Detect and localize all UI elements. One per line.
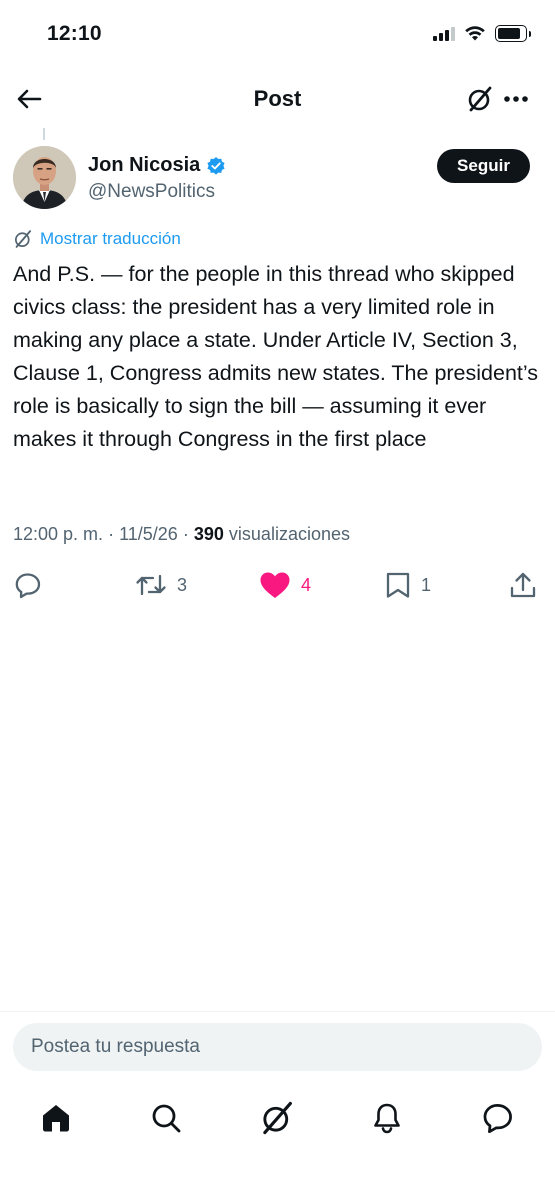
like-count: 4 [301, 574, 312, 595]
meta-separator: · [182, 524, 189, 544]
post-meta: 12:00 p. m. · 11/5/26 · 390 visualizacio… [13, 524, 350, 545]
share-button[interactable] [509, 565, 537, 605]
verified-badge-icon [207, 156, 225, 175]
reply-placeholder: Postea tu respuesta [31, 1036, 200, 1057]
post-date[interactable]: 11/5/26 [119, 524, 178, 544]
messages-icon [483, 1104, 512, 1134]
more-dots-icon [504, 96, 528, 102]
nav-messages[interactable] [478, 1098, 518, 1138]
show-translation-label[interactable]: Mostrar traducción [40, 229, 181, 249]
battery-icon [495, 24, 531, 42]
heart-filled-icon [260, 572, 290, 598]
wifi-icon [465, 26, 485, 41]
search-icon [152, 1104, 181, 1133]
share-icon [510, 572, 536, 598]
follow-button[interactable]: Seguir [437, 149, 530, 183]
avatar-portrait-image [13, 146, 76, 209]
cellular-signal-icon [433, 25, 455, 41]
author-handle[interactable]: @NewsPolitics [88, 181, 215, 203]
nav-notifications[interactable] [367, 1098, 407, 1138]
bottom-navigation [0, 1090, 555, 1146]
grok-icon [468, 86, 492, 112]
notifications-icon [374, 1103, 400, 1134]
author-name[interactable]: Jon Nicosia [88, 154, 200, 177]
reply-input[interactable]: Postea tu respuesta [13, 1023, 542, 1071]
more-options-button[interactable] [501, 84, 531, 114]
post-time[interactable]: 12:00 p. m. [13, 524, 103, 544]
post-header: Post [0, 72, 555, 128]
reply-divider [0, 1011, 555, 1012]
bookmark-count: 1 [421, 574, 432, 595]
retweet-button[interactable]: 3 [135, 565, 187, 605]
bookmark-icon [386, 572, 410, 598]
home-icon [43, 1105, 69, 1132]
views-count: 390 [193, 524, 224, 544]
retweet-icon [136, 574, 166, 596]
status-time: 12:10 [47, 22, 102, 45]
views-label: visualizaciones [228, 524, 350, 544]
nav-search[interactable] [146, 1098, 186, 1138]
reply-icon [15, 573, 41, 599]
status-icons [433, 24, 531, 42]
like-button[interactable]: 4 [259, 565, 311, 605]
grok-icon [263, 1101, 292, 1135]
post-actions: 3 4 1 [0, 565, 555, 605]
bookmark-button[interactable]: 1 [385, 565, 431, 605]
avatar[interactable] [13, 146, 76, 209]
author-name-row[interactable]: Jon Nicosia [88, 154, 226, 177]
post-text: And P.S. — for the people in this thread… [13, 262, 539, 451]
meta-separator: · [108, 524, 115, 544]
retweet-count: 3 [177, 574, 188, 595]
reply-button[interactable] [14, 565, 42, 605]
show-translation-link[interactable]: Mostrar traducción [13, 229, 181, 249]
nav-home[interactable] [36, 1098, 76, 1138]
thread-connector-line [43, 128, 45, 140]
nav-grok[interactable] [257, 1098, 297, 1138]
grok-button[interactable] [465, 84, 495, 114]
grok-translate-icon [15, 230, 32, 248]
status-bar: 12:10 [0, 0, 555, 70]
